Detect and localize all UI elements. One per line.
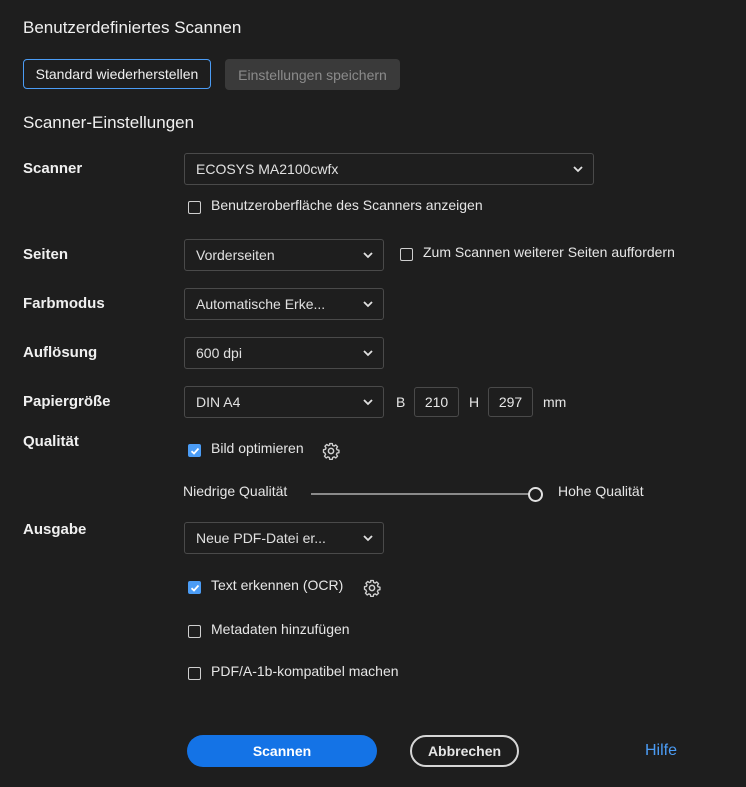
prompt-more-pages-label: Zum Scannen weiterer Seiten auffordern: [423, 244, 675, 260]
color-mode-select[interactable]: Automatische Erke...: [184, 288, 384, 320]
pdfa-label: PDF/A-1b-kompatibel machen: [211, 663, 399, 679]
chevron-down-icon: [573, 166, 583, 173]
height-label: H: [469, 394, 480, 410]
paper-size-label: Papiergröße: [23, 393, 111, 410]
ocr-label: Text erkennen (OCR): [211, 577, 344, 593]
color-mode-select-value: Automatische Erke...: [196, 296, 326, 312]
save-settings-button[interactable]: Einstellungen speichern: [225, 59, 400, 90]
chevron-down-icon: [363, 350, 373, 357]
width-label: B: [396, 394, 406, 410]
low-quality-label: Niedrige Qualität: [183, 483, 288, 499]
ocr-checkbox[interactable]: [188, 581, 201, 594]
output-select-value: Neue PDF-Datei er...: [196, 530, 326, 546]
pdfa-checkbox[interactable]: [188, 667, 201, 680]
high-quality-label: Hohe Qualität: [558, 483, 644, 499]
metadata-label: Metadaten hinzufügen: [211, 621, 350, 637]
color-mode-label: Farbmodus: [23, 295, 105, 312]
chevron-down-icon: [363, 535, 373, 542]
scanner-select-value: ECOSYS MA2100cwfx: [196, 161, 339, 177]
quality-slider-thumb[interactable]: [528, 487, 543, 502]
scanner-label: Scanner: [23, 160, 83, 177]
quality-slider-track[interactable]: [311, 493, 533, 495]
pages-select-value: Vorderseiten: [196, 247, 275, 263]
resolution-select[interactable]: 600 dpi: [184, 337, 384, 369]
pages-label: Seiten: [23, 246, 69, 263]
help-link[interactable]: Hilfe: [645, 742, 677, 760]
checkmark-icon: [190, 447, 199, 455]
gear-icon[interactable]: [322, 442, 340, 460]
chevron-down-icon: [363, 301, 373, 308]
scanner-select[interactable]: ECOSYS MA2100cwfx: [184, 153, 594, 185]
paper-size-select-value: DIN A4: [196, 394, 241, 410]
checkmark-icon: [190, 584, 199, 592]
resolution-label: Auflösung: [23, 344, 98, 361]
cancel-button[interactable]: Abbrechen: [410, 735, 519, 767]
chevron-down-icon: [363, 252, 373, 259]
resolution-select-value: 600 dpi: [196, 345, 242, 361]
pages-select[interactable]: Vorderseiten: [184, 239, 384, 271]
prompt-more-pages-checkbox[interactable]: [400, 248, 413, 261]
output-label: Ausgabe: [23, 521, 87, 538]
scan-button[interactable]: Scannen: [187, 735, 377, 767]
unit-label: mm: [543, 394, 567, 410]
dialog-title: Benutzerdefiniertes Scannen: [23, 18, 242, 37]
metadata-checkbox[interactable]: [188, 625, 201, 638]
restore-defaults-button[interactable]: Standard wiederherstellen: [23, 59, 211, 89]
optimize-image-label: Bild optimieren: [211, 440, 304, 456]
show-scanner-ui-label: Benutzeroberfläche des Scanners anzeigen: [211, 197, 483, 213]
show-scanner-ui-checkbox[interactable]: [188, 201, 201, 214]
paper-size-select[interactable]: DIN A4: [184, 386, 384, 418]
height-input[interactable]: 297: [488, 387, 533, 417]
gear-icon[interactable]: [363, 579, 381, 597]
optimize-image-checkbox[interactable]: [188, 444, 201, 457]
quality-label: Qualität: [23, 433, 79, 450]
width-input[interactable]: 210: [414, 387, 459, 417]
output-select[interactable]: Neue PDF-Datei er...: [184, 522, 384, 554]
chevron-down-icon: [363, 399, 373, 406]
section-title: Scanner-Einstellungen: [23, 113, 195, 132]
